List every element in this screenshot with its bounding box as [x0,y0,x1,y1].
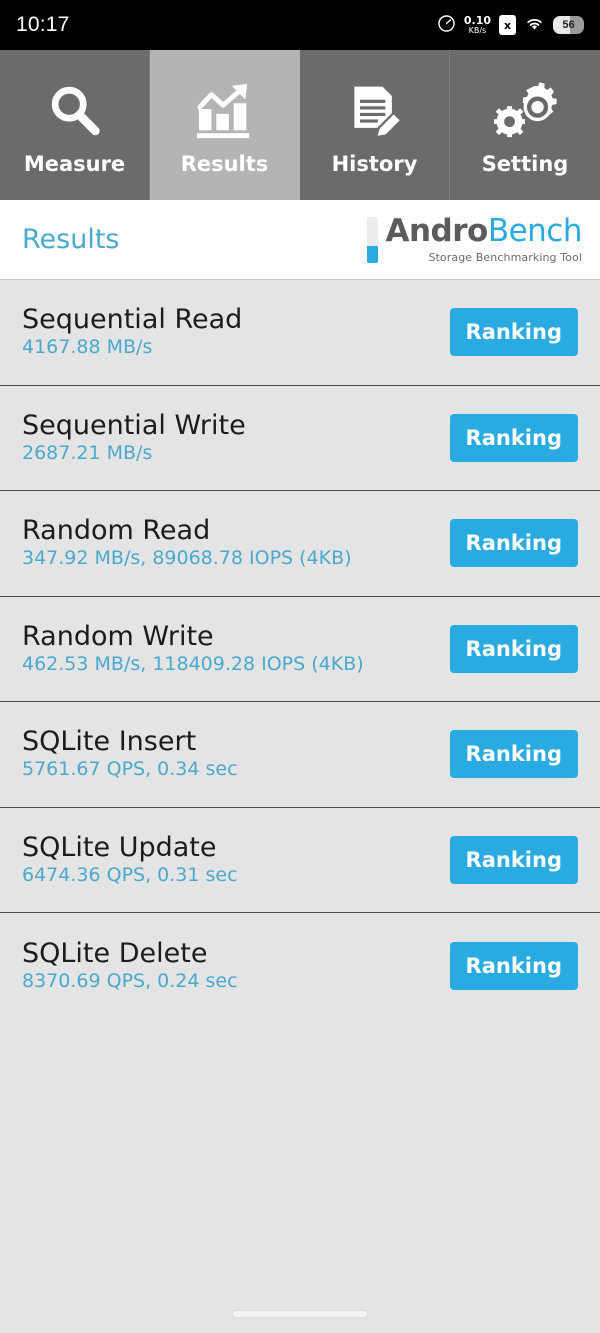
speedometer-icon [437,14,456,37]
tab-measure[interactable]: Measure [0,50,150,200]
tab-history-label: History [331,152,418,176]
result-value: 5761.67 QPS, 0.34 sec [22,758,238,781]
home-gesture-pill[interactable] [232,1310,368,1318]
tab-results[interactable]: Results [150,50,300,200]
ranking-button[interactable]: Ranking [449,413,578,462]
bar-chart-arrow-icon [193,72,257,150]
table-row[interactable]: SQLite Insert 5761.67 QPS, 0.34 sec Rank… [0,702,600,808]
ranking-button[interactable]: Ranking [449,835,578,884]
wifi-icon [524,15,545,36]
result-value: 462.53 MB/s, 118409.28 IOPS (4KB) [22,652,364,675]
battery-indicator: 56 [553,16,584,34]
sim-card-disabled-icon: x [499,15,516,35]
storage-level-bar-icon [367,216,379,263]
result-value: 4167.88 MB/s [22,336,153,359]
result-texts: Random Read 347.92 MB/s, 89068.78 IOPS (… [22,515,352,570]
status-bar-clock: 10:17 [16,13,70,36]
results-list: Sequential Read 4167.88 MB/s Ranking Seq… [0,280,600,1019]
ranking-button[interactable]: Ranking [449,730,578,779]
gears-icon [493,72,557,150]
network-speed-indicator: 0.10 KB/s [464,15,491,35]
result-title: SQLite Insert [22,726,197,758]
tab-setting[interactable]: Setting [450,50,600,200]
network-speed-value: 0.10 [463,14,491,27]
logo-word-bench: Bench [487,212,583,249]
ranking-button[interactable]: Ranking [449,624,578,673]
navigation-bar [0,1295,600,1333]
result-title: SQLite Update [22,831,217,863]
tab-results-label: Results [180,152,269,176]
androbench-logo: AndroBench Storage Benchmarking Tool [367,212,583,264]
result-texts: SQLite Update 6474.36 QPS, 0.31 sec [22,831,238,886]
result-title: SQLite Delete [22,937,208,969]
result-texts: Random Write 462.53 MB/s, 118409.28 IOPS… [22,620,364,675]
result-value: 347.92 MB/s, 89068.78 IOPS (4KB) [22,547,352,570]
logo-tagline: Storage Benchmarking Tool [428,250,582,264]
ranking-button[interactable]: Ranking [449,519,578,568]
tab-setting-label: Setting [481,152,569,176]
result-title: Random Write [22,620,214,652]
result-title: Sequential Read [22,304,243,336]
magnifier-icon [44,72,106,150]
battery-level-text: 56 [562,19,575,31]
result-title: Sequential Write [22,409,246,441]
app-screen: 10:17 0.10 KB/s x 56 Measure Results His… [0,0,600,1333]
result-value: 8370.69 QPS, 0.24 sec [22,969,238,992]
ranking-button[interactable]: Ranking [449,941,578,990]
result-texts: SQLite Delete 8370.69 QPS, 0.24 sec [22,937,238,992]
result-value: 6474.36 QPS, 0.31 sec [22,863,238,886]
document-pencil-icon [345,72,405,150]
status-bar-icons: 0.10 KB/s x 56 [437,14,584,37]
status-bar: 10:17 0.10 KB/s x 56 [0,0,600,50]
table-row[interactable]: Random Write 462.53 MB/s, 118409.28 IOPS… [0,596,600,702]
table-row[interactable]: SQLite Delete 8370.69 QPS, 0.24 sec Rank… [0,913,600,1019]
result-value: 2687.21 MB/s [22,441,153,464]
tab-measure-label: Measure [23,152,126,176]
page-title: Results [22,224,120,255]
storage-level-bar-fill [367,245,379,263]
tab-bar: Measure Results History Setting [0,50,600,200]
ranking-button[interactable]: Ranking [449,308,578,357]
tab-history[interactable]: History [300,50,450,200]
logo-text-block: AndroBench Storage Benchmarking Tool [385,212,583,264]
result-texts: Sequential Write 2687.21 MB/s [22,409,246,464]
network-speed-unit: KB/s [468,26,487,35]
table-row[interactable]: Sequential Read 4167.88 MB/s Ranking [0,280,600,386]
result-title: Random Read [22,515,211,547]
empty-list-space [0,1018,600,1333]
logo-wordmark: AndroBench [385,212,583,249]
logo-word-andro: Andro [385,212,488,249]
table-row[interactable]: SQLite Update 6474.36 QPS, 0.31 sec Rank… [0,807,600,913]
result-texts: Sequential Read 4167.88 MB/s [22,304,243,359]
table-row[interactable]: Random Read 347.92 MB/s, 89068.78 IOPS (… [0,491,600,597]
table-row[interactable]: Sequential Write 2687.21 MB/s Ranking [0,385,600,491]
page-header: Results AndroBench Storage Benchmarking … [0,200,600,280]
result-texts: SQLite Insert 5761.67 QPS, 0.34 sec [22,726,238,781]
